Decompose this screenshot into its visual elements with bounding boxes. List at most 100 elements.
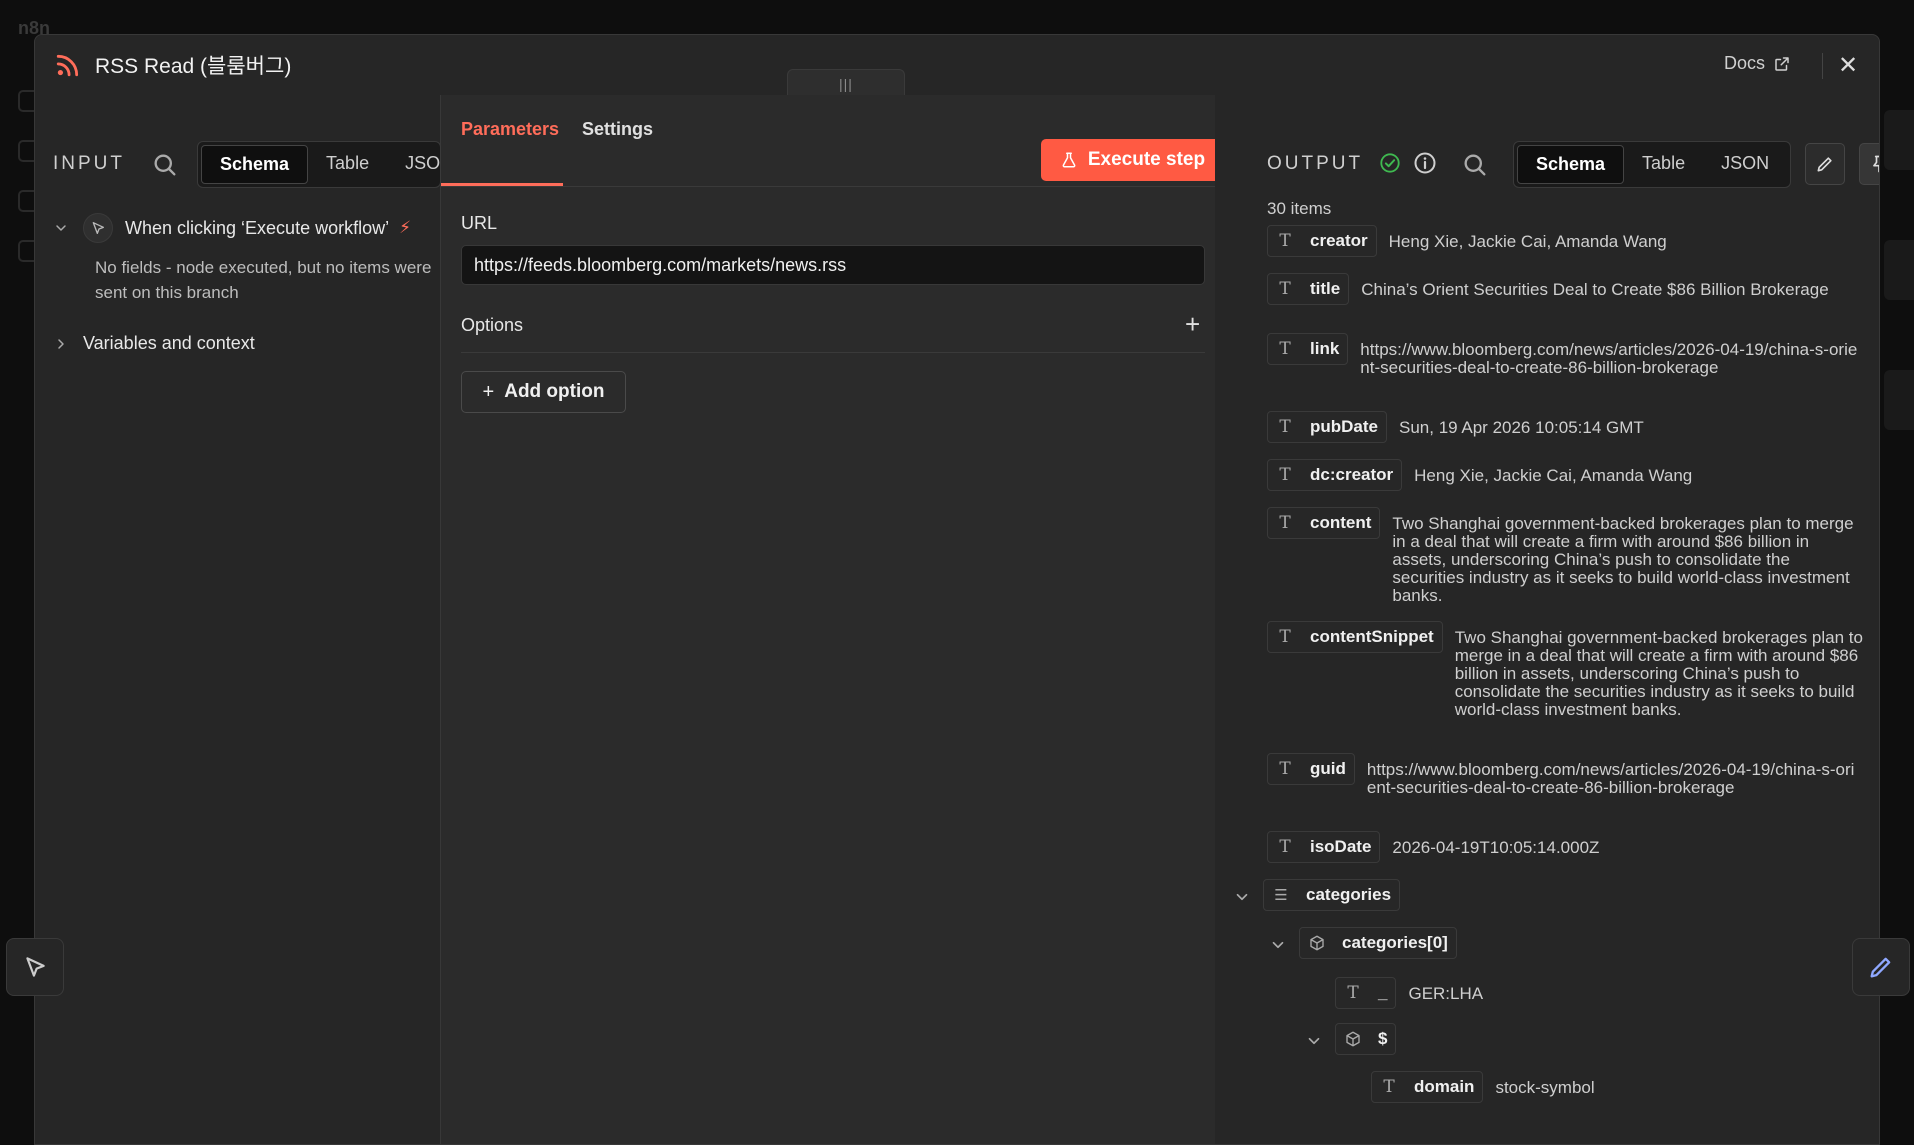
output-label: OUTPUT bbox=[1267, 153, 1364, 174]
schema-field-chip[interactable]: $ bbox=[1335, 1023, 1397, 1055]
schema-field-chip[interactable]: ☰ categories bbox=[1263, 879, 1401, 911]
docs-link[interactable]: Docs bbox=[1724, 53, 1791, 74]
field-key: _ bbox=[1378, 983, 1388, 1002]
schema-field-chip[interactable]: Tguid bbox=[1267, 753, 1355, 785]
schema-array-row: ☰ categories bbox=[1233, 879, 1401, 911]
node-title[interactable]: RSS Read (블룸버그) bbox=[95, 50, 291, 80]
schema-field-chip[interactable]: TpubDate bbox=[1267, 411, 1387, 443]
output-tab-table[interactable]: Table bbox=[1624, 145, 1703, 184]
schema-field-chip[interactable]: Ttitle bbox=[1267, 273, 1350, 305]
canvas-edit-button[interactable] bbox=[1852, 938, 1910, 996]
variables-and-context-row[interactable]: Variables and context bbox=[53, 333, 255, 354]
output-tab-json[interactable]: JSON bbox=[1703, 145, 1787, 184]
field-key: $ bbox=[1378, 1029, 1388, 1048]
tabs-divider bbox=[441, 186, 1220, 187]
canvas-pointer-button[interactable] bbox=[6, 938, 64, 996]
field-key: categories bbox=[1306, 885, 1392, 904]
variables-label: Variables and context bbox=[83, 333, 255, 353]
field-value: GER:LHA bbox=[1408, 984, 1484, 1003]
input-tab-json[interactable]: JSON bbox=[387, 145, 440, 184]
schema-field-row: Tlink https://www.bloomberg.com/news/art… bbox=[1267, 333, 1860, 377]
field-value: Two Shanghai government-backed brokerage… bbox=[1454, 628, 1863, 719]
schema-field-chip[interactable]: TisoDate bbox=[1267, 831, 1381, 863]
bg-canvas-node bbox=[1884, 370, 1914, 430]
schema-field-row: Tcontent Two Shanghai government-backed … bbox=[1267, 507, 1862, 605]
string-type-icon: T bbox=[1347, 983, 1359, 1003]
execute-step-label: Execute step bbox=[1087, 149, 1206, 170]
input-tab-table[interactable]: Table bbox=[308, 145, 387, 184]
node-details-modal: RSS Read (블룸버그) Docs ✕ ||| INPUT Schema … bbox=[34, 34, 1880, 1145]
schema-field-chip[interactable]: Tlink bbox=[1267, 333, 1349, 365]
output-view-switcher: Schema Table JSON bbox=[1513, 141, 1792, 188]
field-value: Sun, 19 Apr 2026 10:05:14 GMT bbox=[1399, 418, 1644, 437]
field-key: link bbox=[1310, 339, 1340, 358]
schema-field-row: Tdomain stock-symbol bbox=[1371, 1071, 1795, 1103]
options-divider bbox=[461, 352, 1205, 353]
input-tab-schema[interactable]: Schema bbox=[201, 145, 309, 184]
field-key: contentSnippet bbox=[1310, 627, 1434, 646]
bg-canvas-node bbox=[1884, 110, 1914, 170]
schema-field-chip[interactable]: categories[0] bbox=[1299, 927, 1457, 959]
field-key: guid bbox=[1310, 759, 1346, 778]
chevron-right-icon[interactable] bbox=[53, 336, 69, 352]
close-icon: ✕ bbox=[1837, 51, 1859, 79]
schema-field-row: TisoDate 2026-04-19T10:05:14.000Z bbox=[1267, 831, 1832, 863]
string-type-icon: T bbox=[1279, 417, 1291, 437]
tab-parameters[interactable]: Parameters bbox=[461, 119, 559, 140]
schema-field-row: TpubDate Sun, 19 Apr 2026 10:05:14 GMT bbox=[1267, 411, 1839, 443]
trigger-node-row[interactable]: When clicking ‘Execute workflow’ ⚡ bbox=[53, 213, 443, 243]
edit-output-button[interactable] bbox=[1805, 143, 1845, 185]
field-key: content bbox=[1310, 513, 1372, 532]
drag-handle[interactable]: ||| bbox=[787, 69, 905, 97]
field-key: isoDate bbox=[1310, 837, 1372, 856]
string-type-icon: T bbox=[1279, 339, 1291, 359]
execute-step-button[interactable]: Execute step bbox=[1041, 139, 1224, 181]
cube-icon bbox=[1346, 1031, 1360, 1047]
schema-field-chip[interactable]: Tcontent bbox=[1267, 507, 1381, 539]
output-tab-schema[interactable]: Schema bbox=[1517, 145, 1625, 184]
string-type-icon: T bbox=[1279, 837, 1291, 857]
pin-data-button[interactable] bbox=[1859, 143, 1879, 185]
schema-field-row: Tdc:creator Heng Xie, Jackie Cai, Amanda… bbox=[1267, 459, 1854, 491]
url-input[interactable]: https://feeds.bloomberg.com/markets/news… bbox=[461, 245, 1205, 285]
string-type-icon: T bbox=[1279, 279, 1291, 299]
field-value: https://www.bloomberg.com/news/articles/… bbox=[1360, 340, 1858, 377]
header-divider bbox=[1822, 53, 1823, 79]
chevron-down-icon[interactable] bbox=[1233, 888, 1251, 906]
chevron-down-icon[interactable] bbox=[53, 220, 69, 236]
field-value: stock-symbol bbox=[1495, 1078, 1595, 1097]
schema-field-chip[interactable]: Tdomain bbox=[1371, 1071, 1484, 1103]
close-button[interactable]: ✕ bbox=[1835, 51, 1861, 79]
field-key: categories[0] bbox=[1342, 933, 1448, 952]
field-value: China’s Orient Securities Deal to Create… bbox=[1361, 280, 1829, 299]
field-value: Heng Xie, Jackie Cai, Amanda Wang bbox=[1414, 466, 1693, 485]
input-label: INPUT bbox=[53, 153, 125, 174]
schema-field-row: TcontentSnippet Two Shanghai government-… bbox=[1267, 621, 1865, 719]
external-link-icon bbox=[1775, 56, 1789, 71]
string-type-icon: T bbox=[1279, 759, 1291, 779]
search-icon[interactable] bbox=[1461, 151, 1489, 179]
info-icon[interactable] bbox=[1413, 151, 1437, 175]
chevron-down-icon[interactable] bbox=[1269, 936, 1287, 954]
search-icon[interactable] bbox=[151, 151, 179, 179]
check-circle-icon bbox=[1380, 153, 1400, 173]
bolt-icon: ⚡ bbox=[399, 218, 412, 237]
schema-object-row: categories[0] bbox=[1269, 927, 1457, 959]
rss-icon bbox=[56, 54, 79, 77]
no-fields-message: No fields - node executed, but no items … bbox=[95, 258, 432, 302]
schema-field-chip[interactable]: T _ bbox=[1335, 977, 1397, 1009]
add-option-button[interactable]: + Add option bbox=[461, 371, 626, 413]
schema-field-chip[interactable]: Tdc:creator bbox=[1267, 459, 1403, 491]
flask-icon bbox=[1062, 152, 1076, 168]
parameters-panel: Parameters Settings Execute step URL htt… bbox=[441, 95, 1224, 1144]
schema-field-row: Ttitle China’s Orient Securities Deal to… bbox=[1267, 273, 1861, 305]
schema-field-row: T _ GER:LHA bbox=[1335, 977, 1708, 1009]
schema-object-row: $ bbox=[1305, 1023, 1397, 1055]
field-key: dc:creator bbox=[1310, 465, 1394, 484]
chevron-down-icon[interactable] bbox=[1305, 1032, 1323, 1050]
schema-field-chip[interactable]: Tcreator bbox=[1267, 225, 1377, 257]
tab-settings[interactable]: Settings bbox=[582, 119, 653, 140]
schema-field-chip[interactable]: TcontentSnippet bbox=[1267, 621, 1443, 653]
field-value: 2026-04-19T10:05:14.000Z bbox=[1392, 838, 1600, 857]
plus-icon[interactable]: + bbox=[1185, 309, 1200, 340]
